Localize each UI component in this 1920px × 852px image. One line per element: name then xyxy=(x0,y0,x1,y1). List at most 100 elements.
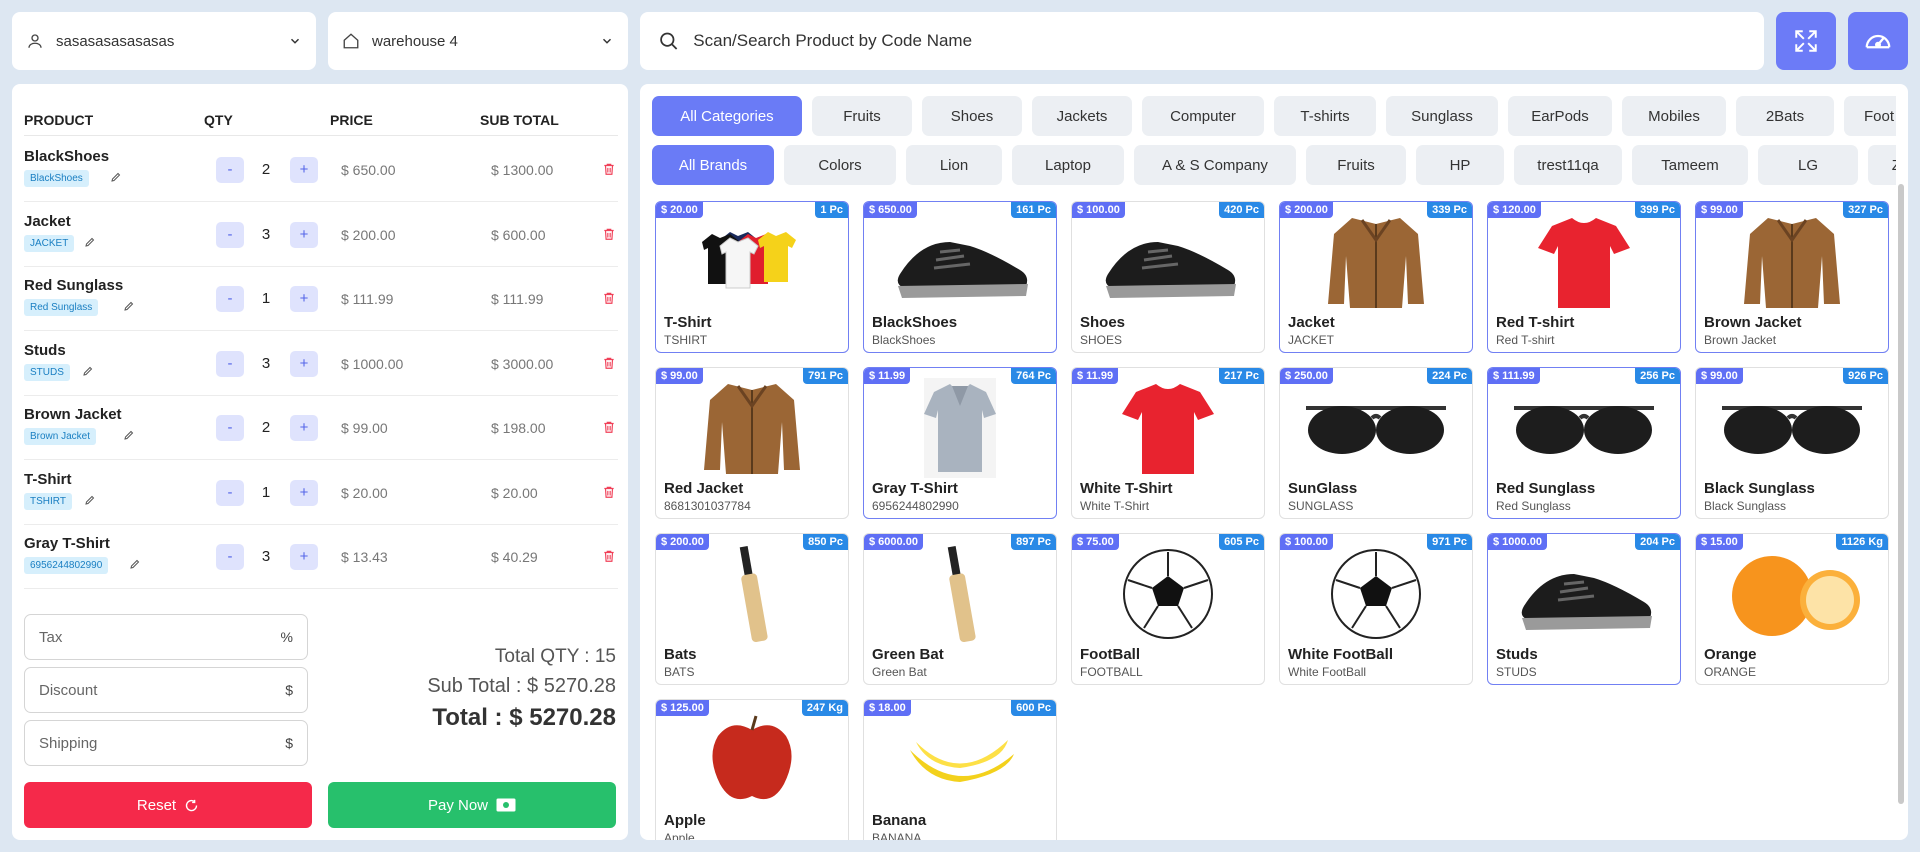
decrease-qty-button[interactable]: - xyxy=(216,157,244,183)
qty-value[interactable]: 3 xyxy=(254,355,278,372)
qty-value[interactable]: 2 xyxy=(254,161,278,178)
grand-total: Total : $ 5270.28 xyxy=(432,704,616,731)
brand-chip[interactable]: trest11qa xyxy=(1514,145,1622,185)
search-input[interactable] xyxy=(693,31,1746,51)
edit-icon[interactable] xyxy=(82,365,94,380)
discount-input[interactable] xyxy=(39,681,286,699)
brand-chip[interactable]: HP xyxy=(1416,145,1504,185)
scrollbar[interactable] xyxy=(1898,184,1904,804)
customer-select[interactable]: sasasasasasasas xyxy=(12,12,316,70)
category-chip[interactable]: Shoes xyxy=(922,96,1022,136)
decrease-qty-button[interactable]: - xyxy=(216,415,244,441)
category-chip[interactable]: 2Bats xyxy=(1736,96,1834,136)
brand-chip[interactable]: Zar xyxy=(1868,145,1896,185)
delete-icon[interactable] xyxy=(602,355,616,376)
qty-value[interactable]: 1 xyxy=(254,290,278,307)
delete-icon[interactable] xyxy=(602,419,616,440)
category-chip[interactable]: Mobiles xyxy=(1622,96,1726,136)
tax-field[interactable]: % xyxy=(24,614,308,660)
col-subtotal: SUB TOTAL xyxy=(480,112,559,128)
decrease-qty-button[interactable]: - xyxy=(216,544,244,570)
edit-icon[interactable] xyxy=(110,171,122,186)
product-card[interactable]: $ 18.00 600 Pc Banana BANANA xyxy=(863,699,1057,840)
shipping-input[interactable] xyxy=(39,734,286,752)
warehouse-select[interactable]: warehouse 4 xyxy=(328,12,628,70)
edit-icon[interactable] xyxy=(129,558,141,573)
reset-button[interactable]: Reset xyxy=(24,782,312,828)
product-card[interactable]: $ 200.00 850 Pc Bats BATS xyxy=(655,533,849,685)
shipping-field[interactable]: $ xyxy=(24,720,308,766)
product-card[interactable]: $ 650.00 161 Pc BlackShoes BlackShoes xyxy=(863,201,1057,353)
delete-icon[interactable] xyxy=(602,484,616,505)
delete-icon[interactable] xyxy=(602,290,616,311)
increase-qty-button[interactable]: + xyxy=(290,221,318,248)
product-card[interactable]: $ 100.00 420 Pc Shoes SHOES xyxy=(1071,201,1265,353)
qty-value[interactable]: 1 xyxy=(254,484,278,501)
decrease-qty-button[interactable]: - xyxy=(216,479,244,506)
brand-chip[interactable]: Fruits xyxy=(1306,145,1406,185)
delete-icon[interactable] xyxy=(602,161,616,182)
category-chip[interactable]: All Categories xyxy=(652,96,802,136)
pay-now-button[interactable]: Pay Now xyxy=(328,782,616,828)
qty-value[interactable]: 3 xyxy=(254,226,278,243)
category-chip[interactable]: Computer xyxy=(1142,96,1264,136)
edit-icon[interactable] xyxy=(84,236,96,251)
product-card[interactable]: $ 75.00 605 Pc FootBall FOOTBALL xyxy=(1071,533,1265,685)
product-card[interactable]: $ 99.00 926 Pc Black Sunglass Black Sunglas… xyxy=(1695,367,1889,519)
fullscreen-button[interactable] xyxy=(1776,12,1836,70)
qty-value[interactable]: 3 xyxy=(254,548,278,565)
cart-item-code: BlackShoes xyxy=(24,170,89,187)
product-card[interactable]: $ 99.00 327 Pc Brown Jacket Brown Jacket xyxy=(1695,201,1889,353)
increase-qty-button[interactable]: + xyxy=(290,286,318,312)
edit-icon[interactable] xyxy=(84,494,96,509)
qty-value[interactable]: 2 xyxy=(254,419,278,436)
decrease-qty-button[interactable]: - xyxy=(216,350,244,377)
product-card[interactable]: $ 99.00 791 Pc Red Jacket 8681301037784 xyxy=(655,367,849,519)
brand-chip[interactable]: Lion xyxy=(906,145,1002,185)
increase-qty-button[interactable]: + xyxy=(290,415,318,441)
decrease-qty-button[interactable]: - xyxy=(216,221,244,248)
edit-icon[interactable] xyxy=(123,300,135,315)
increase-qty-button[interactable]: + xyxy=(290,479,318,506)
catalog-panel: All Categories Fruits Shoes Jackets Computer… xyxy=(640,84,1908,840)
brand-chip[interactable]: All Brands xyxy=(652,145,774,185)
category-chip[interactable]: Foot xyxy=(1844,96,1896,136)
delete-icon[interactable] xyxy=(602,548,616,569)
brand-chip[interactable]: Tameem xyxy=(1632,145,1748,185)
product-code: Brown Jacket xyxy=(1704,333,1777,347)
category-chip[interactable]: Fruits xyxy=(812,96,912,136)
increase-qty-button[interactable]: + xyxy=(290,544,318,570)
product-card[interactable]: $ 125.00 247 Kg Apple Apple xyxy=(655,699,849,840)
delete-icon[interactable] xyxy=(602,226,616,247)
brand-chip[interactable]: A & S Company xyxy=(1134,145,1296,185)
category-chip[interactable]: Sunglass xyxy=(1386,96,1498,136)
product-card[interactable]: $ 20.00 1 Pc T-Shirt TSHIRT xyxy=(655,201,849,353)
category-chip[interactable]: T-shirts xyxy=(1274,96,1376,136)
product-card[interactable]: $ 11.99 764 Pc Gray T-Shirt 6956244802990 xyxy=(863,367,1057,519)
product-card[interactable]: $ 200.00 339 Pc Jacket JACKET xyxy=(1279,201,1473,353)
brand-chip[interactable]: Colors xyxy=(784,145,896,185)
product-card[interactable]: $ 111.99 256 Pc Red Sunglass Red Sunglass xyxy=(1487,367,1681,519)
edit-icon[interactable] xyxy=(123,429,135,444)
product-card[interactable]: $ 100.00 971 Pc White FootBall White FootBa… xyxy=(1279,533,1473,685)
product-card[interactable]: $ 120.00 399 Pc Red T-shirt Red T-shirt xyxy=(1487,201,1681,353)
increase-qty-button[interactable]: + xyxy=(290,350,318,377)
product-card[interactable]: $ 1000.00 204 Pc Studs STUDS xyxy=(1487,533,1681,685)
product-name: White T-Shirt xyxy=(1080,480,1173,497)
decrease-qty-button[interactable]: - xyxy=(216,286,244,312)
product-card[interactable]: $ 250.00 224 Pc SunGlass SUNGLASS xyxy=(1279,367,1473,519)
product-code: 6956244802990 xyxy=(872,499,959,513)
category-chip[interactable]: Jackets xyxy=(1032,96,1132,136)
product-card[interactable]: $ 11.99 217 Pc White T-Shirt White T-Shirt xyxy=(1071,367,1265,519)
discount-field[interactable]: $ xyxy=(24,667,308,713)
product-card[interactable]: $ 15.00 1126 Kg Orange ORANGE xyxy=(1695,533,1889,685)
brand-chip[interactable]: LG xyxy=(1758,145,1858,185)
product-name: SunGlass xyxy=(1288,480,1358,497)
dashboard-button[interactable] xyxy=(1848,12,1908,70)
category-chip[interactable]: EarPods xyxy=(1508,96,1612,136)
brand-chip[interactable]: Laptop xyxy=(1012,145,1124,185)
product-card[interactable]: $ 6000.00 897 Pc Green Bat Green Bat xyxy=(863,533,1057,685)
product-search[interactable] xyxy=(640,12,1764,70)
tax-input[interactable] xyxy=(39,628,281,646)
increase-qty-button[interactable]: + xyxy=(290,157,318,183)
